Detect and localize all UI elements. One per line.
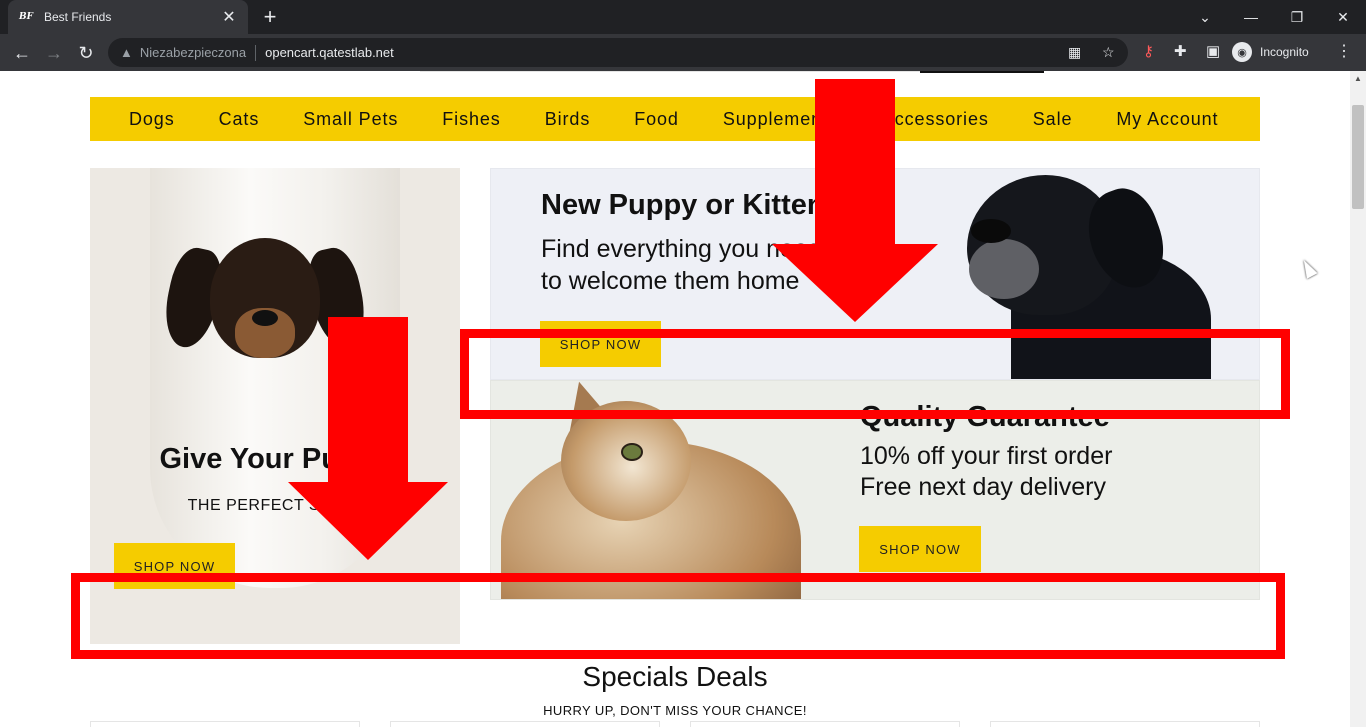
annotation-highlight-box (71, 573, 1285, 659)
product-card[interactable] (390, 721, 660, 727)
cat-image (561, 401, 691, 521)
tab-search-icon[interactable]: ⌄ (1182, 0, 1228, 34)
back-button[interactable]: ← (8, 39, 36, 67)
banner-quality-line2: Free next day delivery (860, 473, 1106, 501)
extension-key-icon[interactable]: ⚷ (1143, 42, 1154, 60)
warning-icon[interactable]: ▲ (120, 45, 133, 60)
new-tab-button[interactable]: + (258, 4, 282, 30)
scrollbar-thumb[interactable] (1352, 105, 1364, 209)
menu-item-fishes[interactable]: Fishes (442, 109, 500, 130)
incognito-profile[interactable]: ◉ Incognito (1232, 38, 1309, 66)
labrador-nose-image (971, 219, 1011, 243)
menu-item-accessories[interactable]: Accessories (882, 109, 989, 130)
browser-menu-icon[interactable]: ⋮ (1336, 41, 1352, 61)
bookmark-star-icon[interactable]: ☆ (1102, 44, 1115, 61)
menu-item-dogs[interactable]: Dogs (129, 109, 175, 130)
category-menu: Dogs Cats Small Pets Fishes Birds Food S… (90, 97, 1260, 141)
product-card[interactable] (90, 721, 360, 727)
page-viewport: Dogs Cats Small Pets Fishes Birds Food S… (0, 71, 1350, 727)
incognito-icon: ◉ (1232, 42, 1252, 62)
reload-button[interactable]: ↻ (72, 39, 100, 67)
address-separator (255, 44, 257, 61)
incognito-label: Incognito (1260, 45, 1309, 59)
forward-button[interactable]: → (40, 39, 68, 67)
labrador-snout-image (969, 239, 1039, 299)
shop-now-button[interactable]: SHOP NOW (859, 526, 981, 572)
annotation-arrow (815, 79, 895, 245)
cat-eye-image (621, 443, 643, 461)
scroll-up-icon[interactable]: ▲ (1354, 74, 1362, 83)
tab-close-icon[interactable]: ✕ (220, 7, 238, 27)
menu-item-birds[interactable]: Birds (545, 109, 591, 130)
annotation-highlight-box (460, 329, 1290, 419)
browser-tab[interactable]: BF Best Friends ✕ (8, 0, 248, 34)
specials-title: Specials Deals (582, 661, 768, 692)
url-text[interactable]: opencart.qatestlab.net (265, 45, 394, 60)
security-label[interactable]: Niezabezpieczona (140, 45, 246, 60)
annotation-arrow-head (772, 244, 938, 322)
annotation-arrow-head (288, 482, 448, 560)
menu-item-cats[interactable]: Cats (219, 109, 260, 130)
menu-item-small-pets[interactable]: Small Pets (303, 109, 398, 130)
header-button-edge (920, 71, 1044, 73)
menu-item-my-account[interactable]: My Account (1116, 109, 1218, 130)
minimize-button[interactable]: — (1228, 0, 1274, 34)
banner-new-puppy-title: New Puppy or Kitten? (541, 189, 843, 221)
extensions-puzzle-icon[interactable]: ✚ (1174, 42, 1187, 60)
address-bar[interactable]: ▲ Niezabezpieczona opencart.qatestlab.ne… (108, 38, 1128, 67)
banner-quality-line1: 10% off your first order (860, 442, 1113, 470)
site-favicon-icon: BF (19, 12, 33, 22)
close-window-button[interactable]: ✕ (1320, 0, 1366, 34)
dog-nose-image (252, 310, 278, 326)
specials-subtitle: HURRY UP, DON'T MISS YOUR CHANCE! (543, 703, 807, 718)
qr-code-icon[interactable]: ▦ (1068, 44, 1081, 61)
menu-item-food[interactable]: Food (634, 109, 679, 130)
restore-button[interactable]: ❐ (1274, 0, 1320, 34)
browser-toolbar: ← → ↻ ▲ Niezabezpieczona opencart.qatest… (0, 34, 1366, 71)
side-panel-icon[interactable]: ▣ (1206, 42, 1220, 60)
header-divider (420, 71, 920, 72)
product-card[interactable] (690, 721, 960, 727)
menu-item-sale[interactable]: Sale (1033, 109, 1073, 130)
product-card[interactable] (990, 721, 1260, 727)
annotation-arrow (328, 317, 408, 483)
browser-tab-strip: BF Best Friends ✕ + ⌄ — ❐ ✕ (0, 0, 1366, 34)
tab-title: Best Friends (44, 10, 112, 24)
